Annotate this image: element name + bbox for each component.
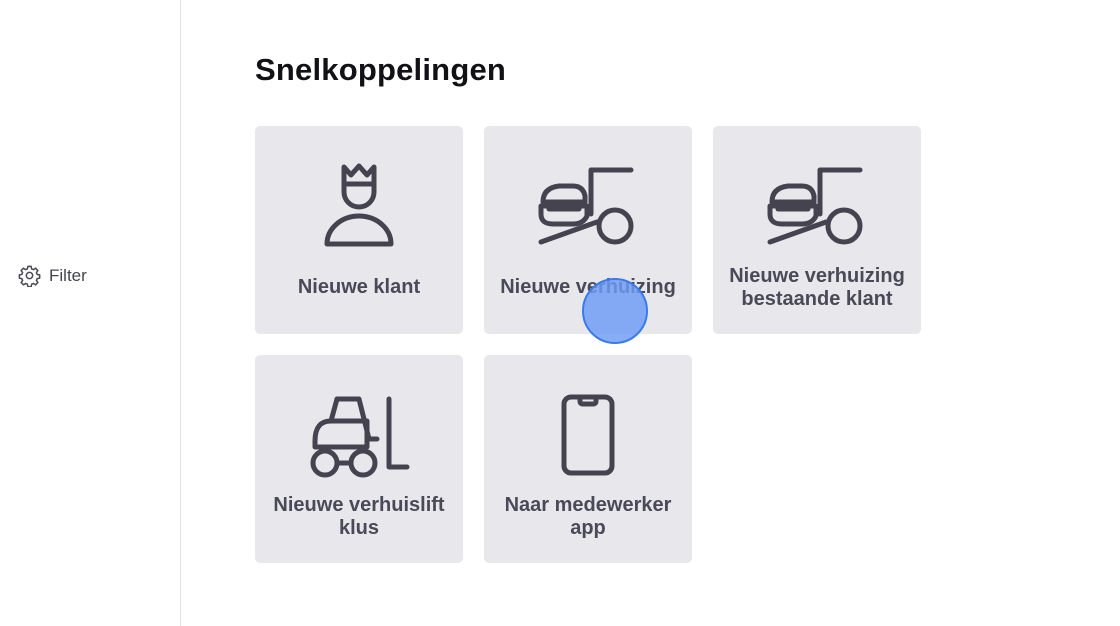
shortcut-employee-app[interactable]: Naar medewerker app [484,355,692,563]
shortcut-new-lift-job[interactable]: Nieuwe verhuislift klus [255,355,463,563]
moving-truck-icon [713,162,921,250]
shortcut-label: Nieuwe verhuislift klus [273,494,445,539]
shortcut-label: Nieuwe klant [297,276,421,298]
filter-button[interactable]: Filter [18,264,87,287]
filter-label: Filter [49,265,87,285]
shortcut-label: Nieuwe verhuizing [500,276,676,298]
gear-icon [18,264,41,287]
page: Filter Snelkoppelingen Nieuwe klant Nieu… [0,0,1120,626]
sidebar: Filter [0,0,181,626]
shortcut-new-move-existing-customer[interactable]: Nieuwe verhuizing bestaande klant [713,126,921,334]
shortcut-label: Nieuwe verhuizing bestaande klant [729,265,905,310]
forklift-icon [255,391,463,479]
shortcut-new-customer[interactable]: Nieuwe klant [255,126,463,334]
smartphone-icon [484,393,692,477]
page-title: Snelkoppelingen [255,52,507,87]
moving-truck-icon [484,162,692,250]
shortcut-label: Naar medewerker app [504,494,672,539]
shortcut-new-move[interactable]: Nieuwe verhuizing [484,126,692,334]
customer-crown-icon [255,162,463,250]
